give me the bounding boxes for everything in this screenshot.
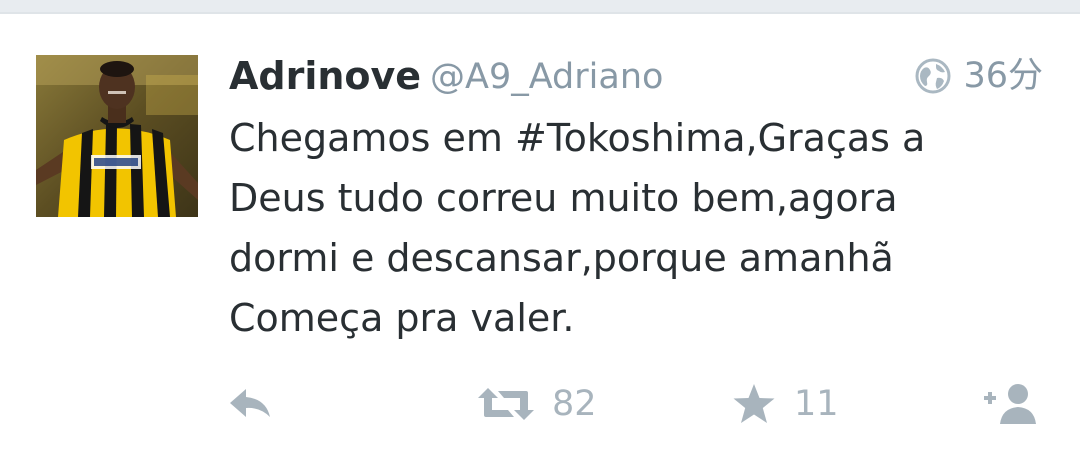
- timestamp: 36分: [963, 56, 1043, 96]
- avatar[interactable]: [36, 55, 198, 217]
- retweet-button[interactable]: 82: [478, 376, 597, 432]
- reply-button[interactable]: [228, 376, 274, 432]
- timestamp-group: 36分: [915, 50, 1043, 102]
- favorite-button[interactable]: 11: [732, 376, 839, 432]
- globe-icon: [915, 58, 951, 94]
- tweet-text: Chegamos em #Tokoshima,Graças a Deus tud…: [229, 116, 926, 340]
- retweet-count: 82: [552, 384, 597, 424]
- add-user-icon: [984, 384, 1036, 424]
- follow-button[interactable]: [982, 376, 1044, 432]
- tweet-card[interactable]: Adrinove @A9_Adriano 36分 Chegamos em #To…: [0, 14, 1080, 449]
- display-name[interactable]: Adrinove: [229, 50, 421, 102]
- favorite-count: 11: [794, 384, 839, 424]
- avatar-image: [36, 55, 198, 217]
- retweet-icon: [478, 388, 534, 420]
- tweet-header: Adrinove @A9_Adriano 36分: [229, 50, 1049, 106]
- top-divider-strip: [0, 0, 1080, 14]
- tweet-actions: 82 11: [0, 376, 1080, 432]
- username-handle[interactable]: @A9_Adriano: [430, 52, 663, 102]
- reply-icon: [230, 389, 270, 417]
- star-icon: [733, 384, 775, 423]
